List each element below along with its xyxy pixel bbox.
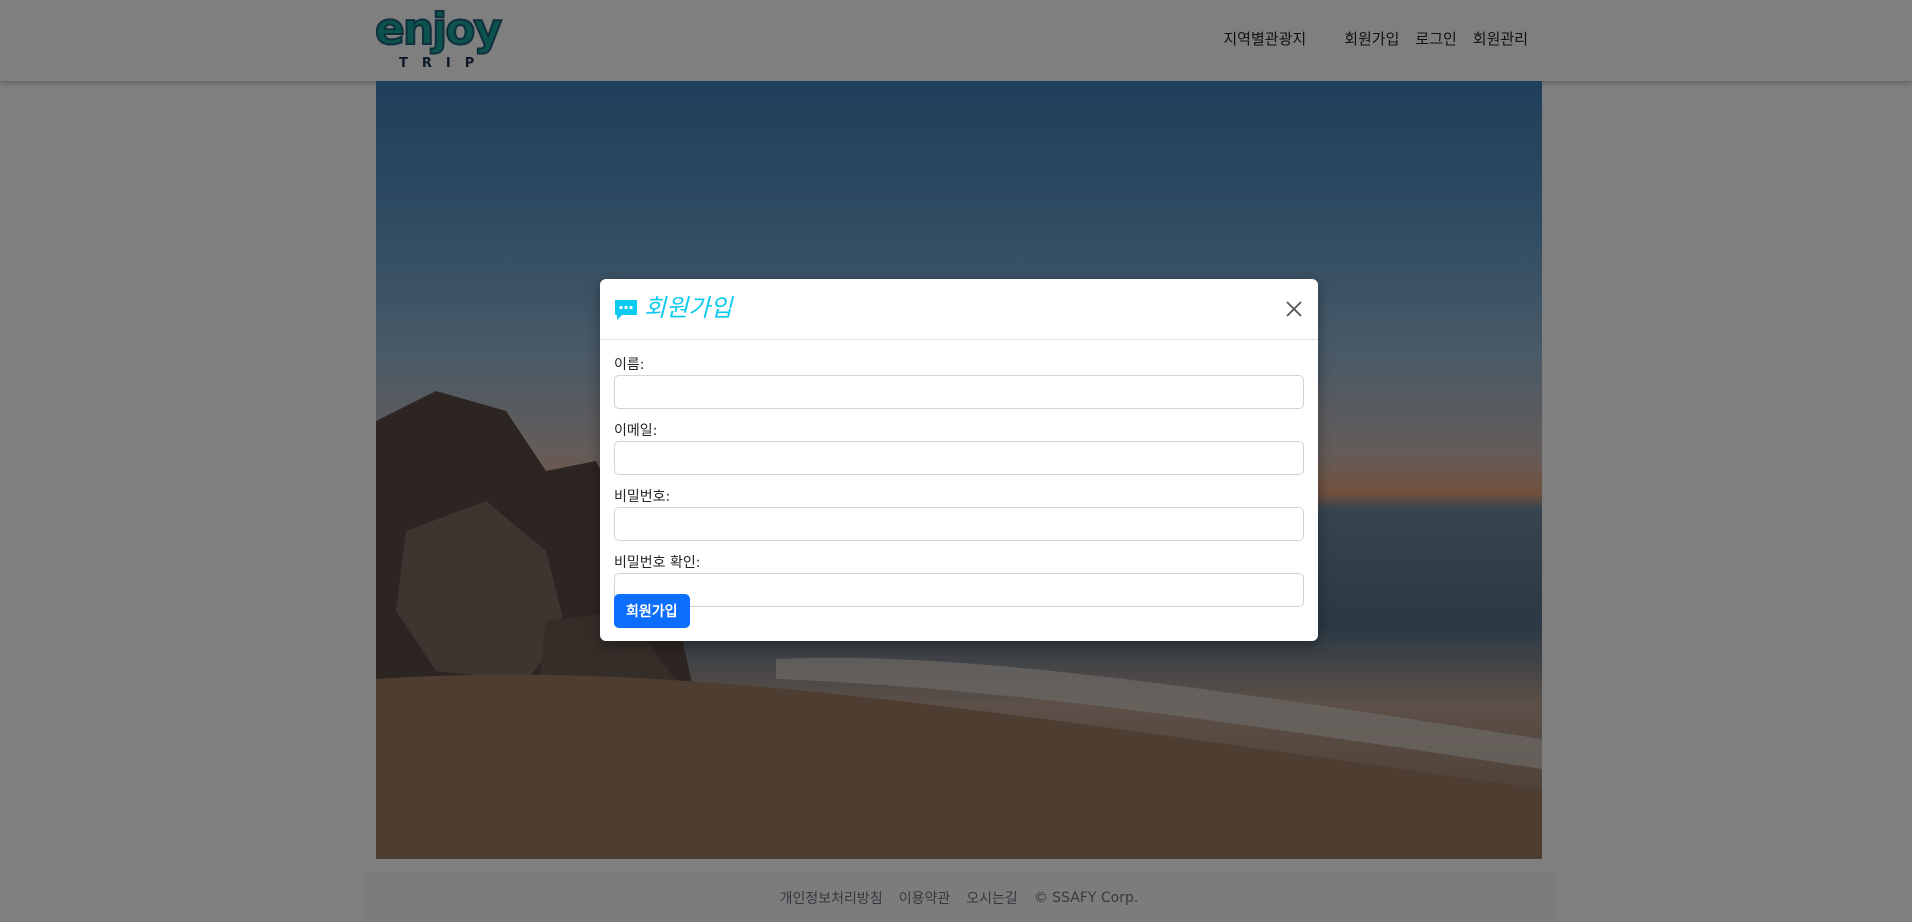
email-input[interactable] bbox=[614, 441, 1304, 475]
close-icon[interactable] bbox=[1282, 297, 1306, 321]
password-confirm-input[interactable] bbox=[614, 573, 1304, 607]
signup-form: 이름: 이메일: 비밀번호: 비밀번호 확인: bbox=[614, 355, 1304, 619]
email-label: 이메일: bbox=[614, 423, 658, 439]
password-confirm-label: 비밀번호 확인: bbox=[614, 555, 701, 571]
signup-modal: 회원가입 이름: 이메일: 비밀번호: 비밀번호 확인: 회원가입 bbox=[600, 279, 1318, 641]
password-label: 비밀번호: bbox=[614, 489, 671, 505]
modal-title: 회원가입 bbox=[644, 294, 733, 322]
modal-header: 회원가입 bbox=[600, 279, 1318, 340]
chat-dots-icon bbox=[615, 300, 637, 320]
name-label: 이름: bbox=[614, 357, 645, 373]
signup-submit-button[interactable]: 회원가입 bbox=[614, 594, 690, 628]
name-input[interactable] bbox=[614, 375, 1304, 409]
password-input[interactable] bbox=[614, 507, 1304, 541]
